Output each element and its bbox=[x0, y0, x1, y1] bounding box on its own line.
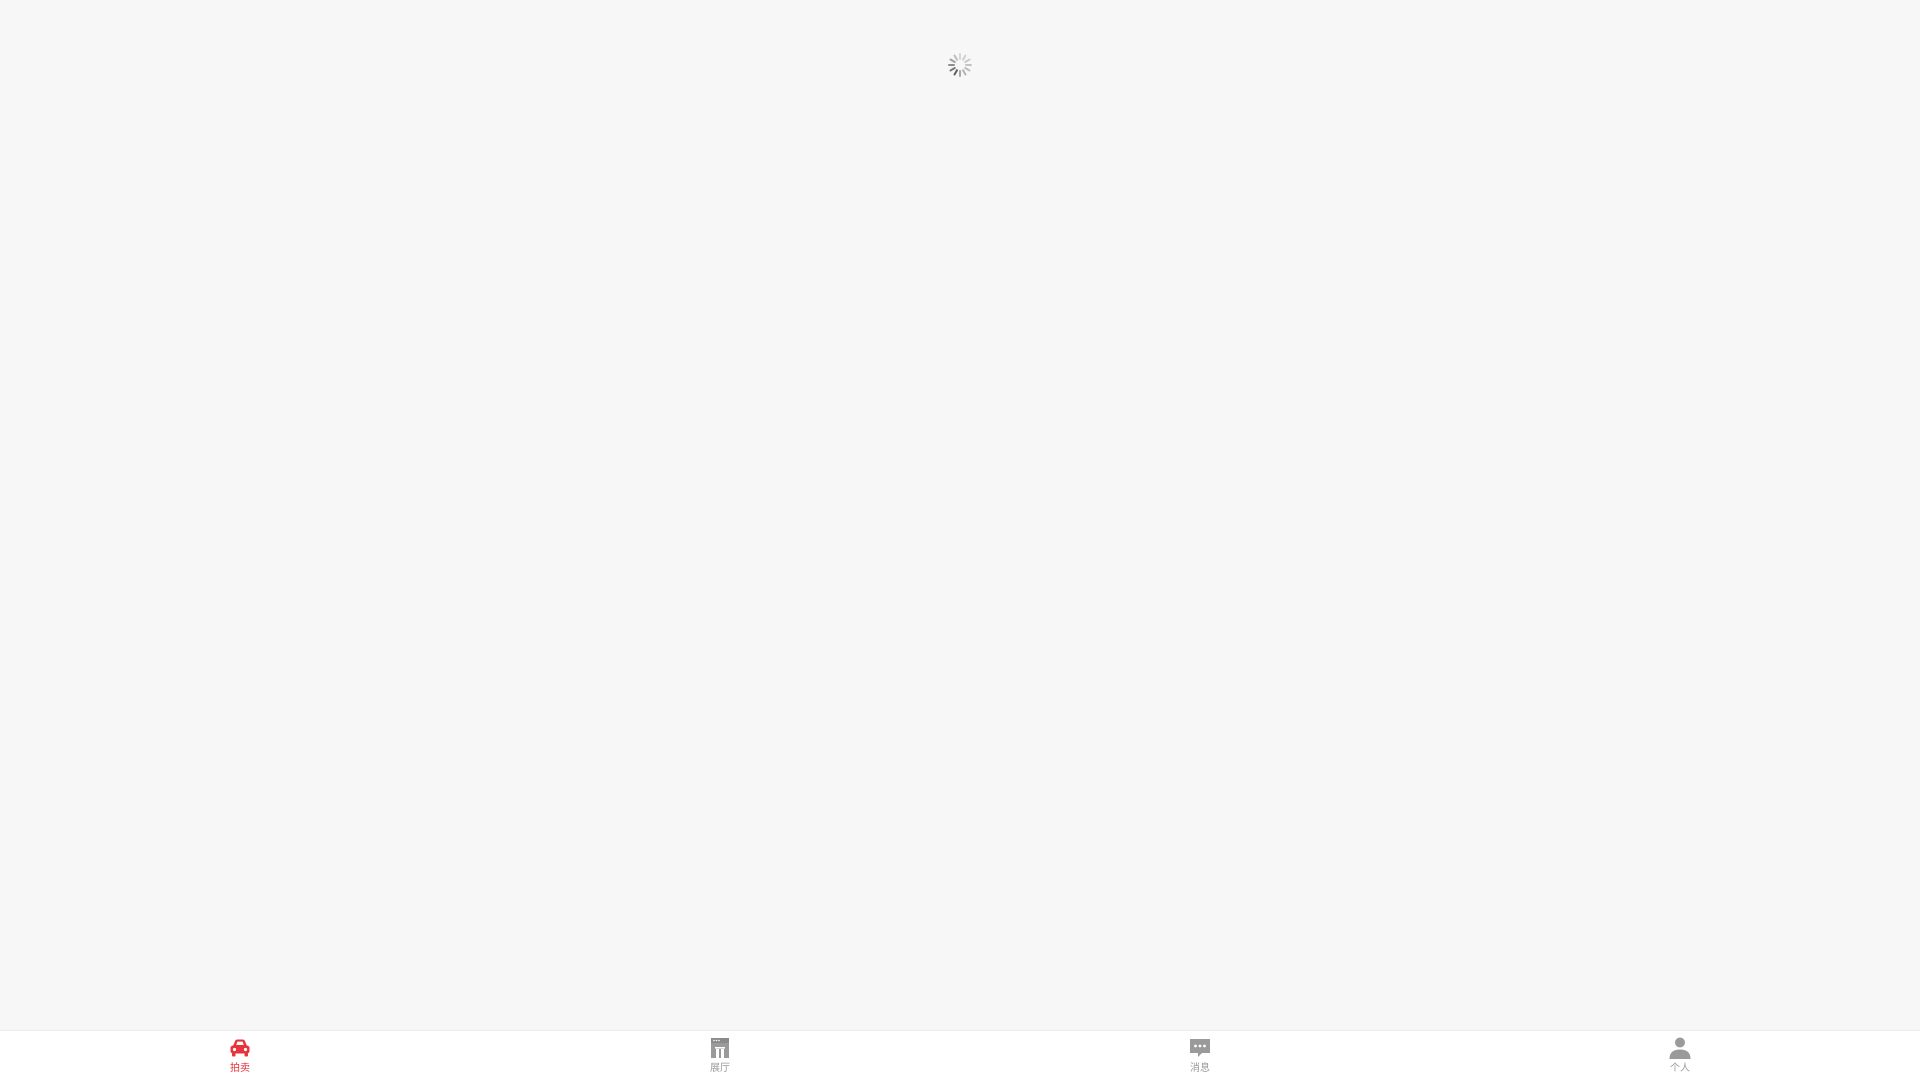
tab-auction[interactable]: 拍卖 bbox=[0, 1031, 480, 1080]
user-icon bbox=[1669, 1037, 1691, 1059]
tab-profile-label: 个人 bbox=[1670, 1063, 1690, 1074]
app-root: 拍卖 展厅 消息 个人 bbox=[0, 0, 1920, 1080]
bottom-tab-bar: 拍卖 展厅 消息 个人 bbox=[0, 1030, 1920, 1080]
tab-messages[interactable]: 消息 bbox=[960, 1031, 1440, 1080]
car-icon bbox=[230, 1039, 250, 1057]
main-content bbox=[0, 0, 1920, 1030]
storefront-icon bbox=[711, 1038, 729, 1058]
tab-messages-label: 消息 bbox=[1190, 1063, 1210, 1074]
tab-auction-label: 拍卖 bbox=[230, 1063, 250, 1074]
chat-bubble-icon bbox=[1190, 1039, 1210, 1057]
tab-showroom-label: 展厅 bbox=[710, 1063, 730, 1074]
spinner-icon bbox=[948, 53, 972, 77]
tab-profile[interactable]: 个人 bbox=[1440, 1031, 1920, 1080]
tab-showroom[interactable]: 展厅 bbox=[480, 1031, 960, 1080]
